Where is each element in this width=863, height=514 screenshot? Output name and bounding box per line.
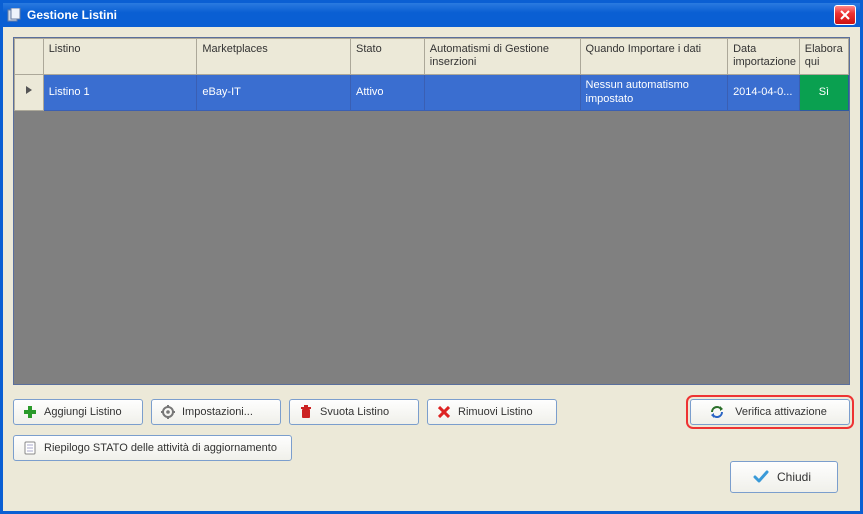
col-header-automatismi[interactable]: Automatismi di Gestione inserzioni <box>424 39 580 75</box>
app-icon <box>7 8 21 22</box>
cell-automatismi[interactable] <box>424 75 580 111</box>
listini-grid[interactable]: Listino Marketplaces Stato Automatismi d… <box>13 37 850 385</box>
riepilogo-stato-label: Riepilogo STATO delle attività di aggior… <box>44 442 277 454</box>
svuota-listino-label: Svuota Listino <box>320 406 389 418</box>
col-header-listino[interactable]: Listino <box>43 39 197 75</box>
aggiungi-listino-label: Aggiungi Listino <box>44 406 122 418</box>
trash-icon <box>298 404 314 420</box>
cell-listino[interactable]: Listino 1 <box>43 75 197 111</box>
row-indicator-icon <box>24 85 34 95</box>
col-header-marketplaces[interactable]: Marketplaces <box>197 39 351 75</box>
plus-icon <box>22 404 38 420</box>
window-frame: Gestione Listini <box>0 0 863 514</box>
row-selector[interactable] <box>15 75 44 111</box>
verifica-attivazione-button[interactable]: Verifica attivazione <box>690 399 850 425</box>
riepilogo-stato-button[interactable]: Riepilogo STATO delle attività di aggior… <box>13 435 292 461</box>
document-icon <box>22 440 38 456</box>
window-title: Gestione Listini <box>27 8 117 22</box>
verifica-attivazione-label: Verifica attivazione <box>735 406 827 418</box>
col-header-stato[interactable]: Stato <box>351 39 425 75</box>
gear-icon <box>160 404 176 420</box>
grid-header-row: Listino Marketplaces Stato Automatismi d… <box>15 39 849 75</box>
footer-row: Chiudi <box>730 461 838 493</box>
cell-data[interactable]: 2014-04-0... <box>728 75 800 111</box>
col-header-data[interactable]: Data importazione <box>728 39 800 75</box>
client-area: Listino Marketplaces Stato Automatismi d… <box>3 27 860 511</box>
aggiungi-listino-button[interactable]: Aggiungi Listino <box>13 399 143 425</box>
toolbar-row-1: Aggiungi Listino Impostazioni... Svuota … <box>13 399 850 425</box>
impostazioni-button[interactable]: Impostazioni... <box>151 399 281 425</box>
close-icon <box>840 10 850 20</box>
svuota-listino-button[interactable]: Svuota Listino <box>289 399 419 425</box>
cell-stato[interactable]: Attivo <box>351 75 425 111</box>
chiudi-button[interactable]: Chiudi <box>730 461 838 493</box>
chiudi-label: Chiudi <box>777 470 811 484</box>
rimuovi-listino-label: Rimuovi Listino <box>458 406 533 418</box>
refresh-icon <box>709 404 725 420</box>
cell-quando[interactable]: Nessun automatismo impostato <box>580 75 728 111</box>
cell-elabora[interactable]: Sì <box>799 75 848 111</box>
col-header-elabora[interactable]: Elabora qui <box>799 39 848 75</box>
impostazioni-label: Impostazioni... <box>182 406 253 418</box>
cell-marketplaces[interactable]: eBay-IT <box>197 75 351 111</box>
col-header-quando[interactable]: Quando Importare i dati <box>580 39 728 75</box>
row-header-blank <box>15 39 44 75</box>
window-close-button[interactable] <box>834 5 856 25</box>
check-icon <box>753 469 769 485</box>
remove-icon <box>436 404 452 420</box>
rimuovi-listino-button[interactable]: Rimuovi Listino <box>427 399 557 425</box>
table-row[interactable]: Listino 1 eBay-IT Attivo Nessun automati… <box>15 75 849 111</box>
toolbar-row-2: Riepilogo STATO delle attività di aggior… <box>13 435 850 461</box>
titlebar: Gestione Listini <box>3 3 860 27</box>
